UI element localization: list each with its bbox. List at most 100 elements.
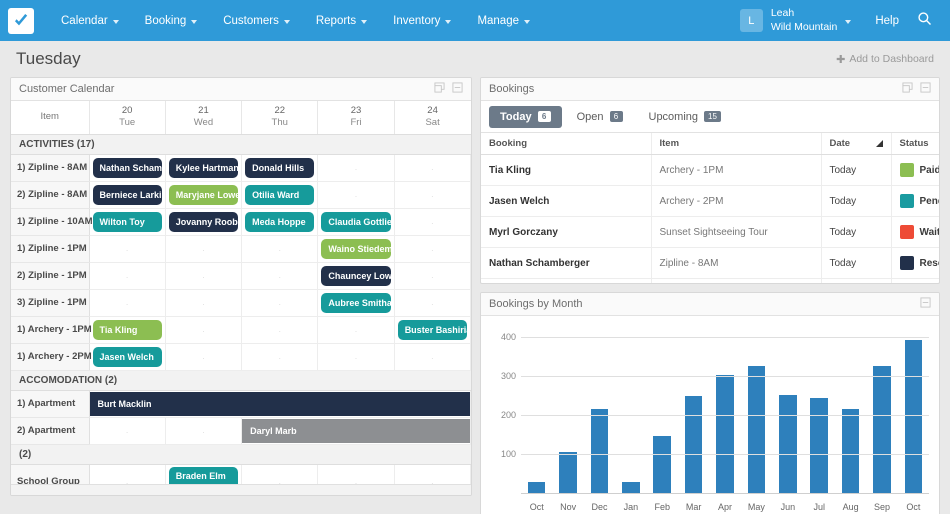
calendar-day-cell[interactable]: · xyxy=(165,316,243,344)
calendar-booking-chip[interactable]: Chauncey Lowe xyxy=(321,265,391,286)
calendar-day-cell[interactable]: Tia Kling xyxy=(89,316,166,344)
chart-bar-feb-4[interactable] xyxy=(653,436,672,494)
calendar-day-cell[interactable]: Nathan Schamberger xyxy=(89,154,166,182)
column-header-booking[interactable]: Booking xyxy=(481,133,652,155)
app-logo[interactable] xyxy=(8,7,34,34)
chart-bar-may-7[interactable] xyxy=(747,366,766,494)
calendar-day-cell[interactable]: Buster Bashirian xyxy=(394,316,471,344)
nav-item-booking[interactable]: Booking xyxy=(132,0,211,41)
calendar-booking-chip[interactable]: Waino Stiedemann xyxy=(321,238,391,259)
calendar-day-cell[interactable]: Donald Hills xyxy=(241,154,319,182)
calendar-day-cell[interactable]: · xyxy=(394,464,471,484)
calendar-booking-chip[interactable]: Braden Elm 10:00 AM - 12:00 PM xyxy=(168,466,239,484)
calendar-day-cell[interactable]: Kylee Hartmann xyxy=(165,154,243,182)
calendar-day-cell[interactable]: · xyxy=(317,316,395,344)
chart-bar-jun-8[interactable] xyxy=(779,394,797,494)
calendar-day-cell[interactable]: Claudia Gottlieb xyxy=(317,208,395,236)
chart-bar-aug-10[interactable] xyxy=(841,408,860,494)
calendar-booking-chip[interactable]: Jasen Welch xyxy=(92,346,162,367)
table-row[interactable]: Tia Kling Archery - 1PM Today Paid xyxy=(481,154,939,186)
table-row[interactable]: Berniece LarkinZipline - 8AMTodayReserve… xyxy=(481,278,939,283)
user-account-menu[interactable]: L Leah Wild Mountain xyxy=(730,0,862,41)
expand-icon[interactable] xyxy=(434,80,445,98)
calendar-booking-bar[interactable]: Daryl Marb xyxy=(242,418,470,443)
calendar-day-cell[interactable]: Braden Elm 10:00 AM - 12:00 PM xyxy=(165,464,243,484)
nav-item-reports[interactable]: Reports xyxy=(303,0,380,41)
table-row[interactable]: Nathan SchambergerZipline - 8AMToday Rese… xyxy=(481,247,939,279)
calendar-day-cell[interactable]: Chauncey Lowe xyxy=(317,262,395,290)
table-row[interactable]: Jasen WelchArchery - 2PMToday Pending xyxy=(481,185,939,217)
calendar-day-cell[interactable]: · xyxy=(89,464,166,484)
expand-icon[interactable] xyxy=(902,80,913,98)
calendar-day-cell[interactable]: · xyxy=(89,417,166,445)
tab-today[interactable]: Today 6 xyxy=(489,105,562,128)
calendar-day-cell[interactable]: Jovanny Roob xyxy=(165,208,243,236)
calendar-day-cell[interactable]: · xyxy=(241,464,319,484)
calendar-booking-chip[interactable]: Donald Hills xyxy=(245,157,315,178)
table-row[interactable]: Myrl Gorczany Sunset Sightseeing Tour Toda… xyxy=(481,216,939,248)
calendar-booking-chip[interactable]: Tia Kling xyxy=(92,319,162,340)
search-button[interactable] xyxy=(913,0,940,41)
calendar-booking-bar[interactable]: Burt Macklin xyxy=(89,391,470,416)
calendar-day-cell[interactable]: · xyxy=(89,262,166,290)
calendar-day-cell[interactable]: · xyxy=(241,343,319,371)
calendar-day-cell[interactable]: Waino Stiedemann xyxy=(317,235,395,263)
calendar-day-cell[interactable]: · xyxy=(394,208,471,236)
calendar-day-cell[interactable]: · xyxy=(317,154,395,182)
add-to-dashboard-button[interactable]: ✚ Add to Dashboard xyxy=(836,53,934,66)
tab-upcoming[interactable]: Upcoming 15 xyxy=(638,106,732,128)
calendar-day-cell[interactable]: · xyxy=(241,289,319,317)
calendar-day-cell[interactable]: Berniece Larkin xyxy=(89,181,166,209)
calendar-day-cell[interactable]: · xyxy=(89,235,166,263)
minimize-icon[interactable] xyxy=(452,80,463,98)
calendar-day-cell[interactable]: · xyxy=(317,181,395,209)
chart-bar-sep-11[interactable] xyxy=(873,366,891,494)
calendar-day-cell[interactable]: Maryjane Lowe xyxy=(165,181,243,209)
help-link[interactable]: Help xyxy=(861,0,913,41)
calendar-day-cell[interactable]: · xyxy=(241,316,319,344)
calendar-day-cell[interactable]: · xyxy=(165,343,243,371)
column-header-status[interactable]: Status xyxy=(891,133,939,155)
minimize-icon[interactable] xyxy=(920,80,931,98)
tab-open[interactable]: Open 6 xyxy=(566,106,634,128)
nav-item-calendar[interactable]: Calendar xyxy=(48,0,132,41)
calendar-day-cell[interactable]: · xyxy=(317,464,395,484)
calendar-day-cell[interactable]: · xyxy=(394,289,471,317)
calendar-day-cell[interactable]: Meda Hoppe xyxy=(241,208,319,236)
calendar-day-cell[interactable]: Wilton Toy xyxy=(89,208,166,236)
calendar-day-cell[interactable]: · xyxy=(165,235,243,263)
calendar-footer-scrollbar[interactable] xyxy=(11,484,471,495)
calendar-booking-chip[interactable]: Jovanny Roob xyxy=(168,211,239,232)
calendar-day-cell[interactable]: Otilia Ward xyxy=(241,181,319,209)
calendar-booking-chip[interactable]: Buster Bashirian xyxy=(397,319,467,340)
minimize-icon[interactable] xyxy=(920,295,931,313)
calendar-day-cell[interactable]: · xyxy=(165,417,243,445)
calendar-day-cell[interactable]: Aubree Smitham xyxy=(317,289,395,317)
nav-item-manage[interactable]: Manage xyxy=(464,0,543,41)
calendar-day-cell[interactable]: · xyxy=(165,289,243,317)
calendar-day-cell[interactable]: · xyxy=(241,235,319,263)
chart-bar-mar-5[interactable] xyxy=(684,395,703,494)
nav-item-customers[interactable]: Customers xyxy=(210,0,303,41)
calendar-day-cell[interactable]: · xyxy=(394,235,471,263)
column-header-item[interactable]: Item xyxy=(651,133,822,155)
calendar-scroll-area[interactable]: Item 20 Tue 21 Wed 22 Thu 23 Fri 24 Sat … xyxy=(11,101,471,484)
bookings-table-area[interactable]: Booking Item Date Status Tia Kling Archer… xyxy=(481,133,939,283)
calendar-day-cell[interactable]: · xyxy=(394,154,471,182)
chart-bar-oct-12[interactable] xyxy=(904,339,923,494)
calendar-day-cell[interactable]: Jasen Welch xyxy=(89,343,166,371)
chart-bar-jul-9[interactable] xyxy=(810,398,828,494)
calendar-day-cell[interactable]: · xyxy=(165,262,243,290)
calendar-booking-chip[interactable]: Maryjane Lowe xyxy=(168,184,239,205)
calendar-booking-chip[interactable]: Kylee Hartmann xyxy=(168,157,239,178)
calendar-day-cell[interactable]: · xyxy=(317,343,395,371)
chart-bar-dec-2[interactable] xyxy=(590,408,609,494)
calendar-day-cell[interactable]: · xyxy=(394,343,471,371)
calendar-span-cell[interactable]: Burt Macklin xyxy=(89,390,471,418)
calendar-booking-chip[interactable]: Meda Hoppe xyxy=(245,211,315,232)
calendar-day-cell[interactable]: · xyxy=(241,262,319,290)
calendar-booking-chip[interactable]: Aubree Smitham xyxy=(321,292,391,313)
calendar-booking-chip[interactable]: Nathan Schamberger xyxy=(92,157,162,178)
nav-item-inventory[interactable]: Inventory xyxy=(380,0,464,41)
calendar-booking-chip[interactable]: Wilton Toy xyxy=(92,211,162,232)
